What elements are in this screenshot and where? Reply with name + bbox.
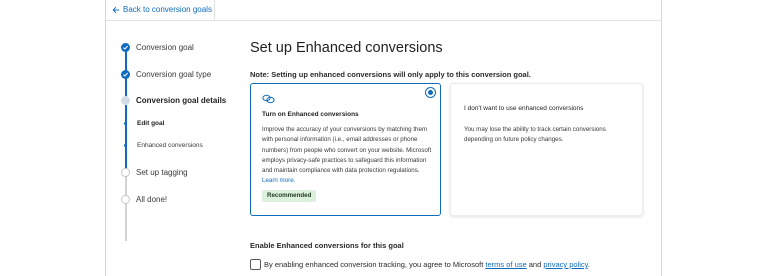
learn-more-link[interactable]: Learn more. [262, 177, 295, 184]
stepper-line-current [125, 105, 127, 177]
main-content: Set up Enhanced conversions Note: Settin… [250, 21, 650, 276]
privacy-policy-link[interactable]: privacy policy [543, 260, 587, 269]
back-to-conversion-goals-link[interactable]: Back to conversion goals [112, 5, 212, 14]
radio-dot [428, 90, 433, 95]
option-description-text: Improve the accuracy of your conversions… [262, 126, 432, 175]
substep-dot [124, 144, 127, 147]
arrow-left-icon [112, 6, 119, 13]
step-enhanced-conversions[interactable]: Enhanced conversions [121, 142, 203, 149]
consent-conjunction: and [528, 260, 542, 269]
step-edit-goal[interactable]: Edit goal [121, 120, 164, 127]
consent-suffix: . [587, 260, 590, 269]
recommended-badge: Recommended [262, 190, 317, 202]
pending-step-dot [121, 195, 130, 204]
option-title: Turn on Enhanced conversions [262, 111, 359, 118]
step-all-done[interactable]: All done! [121, 195, 167, 204]
step-label: Conversion goal type [136, 70, 212, 79]
option-description: Improve the accuracy of your conversions… [262, 125, 434, 187]
app-frame: Back to conversion goals Conversion goal… [105, 0, 662, 276]
step-conversion-goal-details[interactable]: Conversion goal details [121, 96, 226, 105]
turn-on-enhanced-conversions-option[interactable]: Turn on Enhanced conversions Improve the… [250, 83, 441, 216]
radio-selected[interactable] [425, 87, 436, 98]
progress-stepper: Conversion goal Conversion goal type Con… [106, 21, 231, 276]
scope-note: Note: Setting up enhanced conversions wi… [250, 70, 531, 79]
step-label: All done! [136, 195, 168, 204]
option-title: I don't want to use enhanced conversions [464, 105, 584, 112]
topbar-divider [214, 0, 215, 21]
pending-step-dot [121, 168, 130, 177]
consent-text: By enabling enhanced conversion tracking… [264, 260, 590, 269]
check-icon [121, 70, 130, 79]
page-title: Set up Enhanced conversions [250, 40, 443, 56]
consent-row: By enabling enhanced conversion tracking… [250, 259, 590, 270]
substep-dot [124, 122, 127, 125]
step-label: Edit goal [137, 120, 165, 127]
top-bar: Back to conversion goals [106, 0, 661, 21]
option-description: You may lose the ability to track certai… [464, 126, 606, 144]
step-label: Set up tagging [136, 168, 188, 177]
step-set-up-tagging[interactable]: Set up tagging [121, 168, 188, 177]
current-step-dot [121, 96, 130, 105]
consent-checkbox[interactable] [250, 259, 261, 270]
enable-section-label: Enable Enhanced conversions for this goa… [250, 241, 404, 250]
terms-of-use-link[interactable]: terms of use [485, 260, 526, 269]
decline-enhanced-conversions-option[interactable]: I don't want to use enhanced conversions… [450, 83, 643, 216]
link-icon [262, 94, 275, 104]
consent-prefix: By enabling enhanced conversion tracking… [264, 260, 484, 269]
check-icon [121, 43, 130, 52]
back-link-label: Back to conversion goals [123, 5, 212, 14]
step-conversion-goal-type[interactable]: Conversion goal type [121, 70, 211, 79]
step-label: Conversion goal details [136, 96, 227, 105]
stepper-line-remaining [125, 177, 127, 241]
step-conversion-goal[interactable]: Conversion goal [121, 43, 194, 52]
step-label: Enhanced conversions [137, 142, 203, 149]
step-label: Conversion goal [136, 43, 194, 52]
